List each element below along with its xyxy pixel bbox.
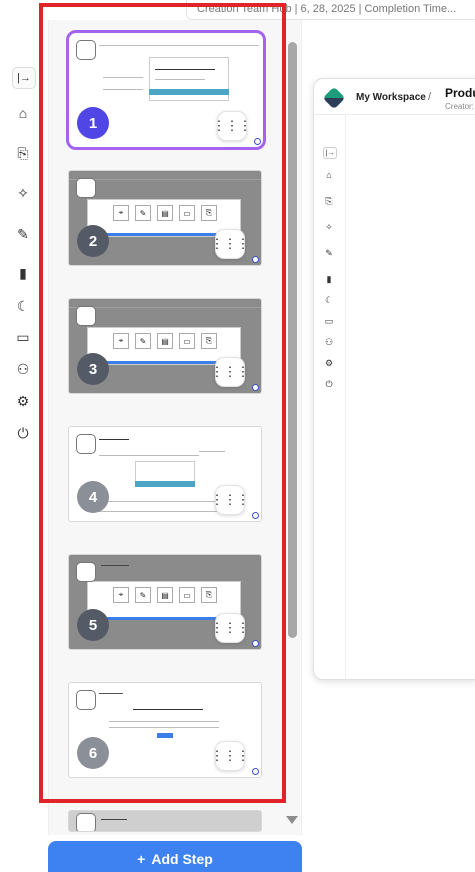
step-card-6[interactable]: 6 ⋮⋮⋮ xyxy=(68,682,262,778)
preview-header: My Workspace / Produ Creator: T xyxy=(314,79,475,115)
step-number-badge: 2 xyxy=(77,225,109,257)
product-title: Produ xyxy=(445,86,475,100)
step-select-checkbox[interactable] xyxy=(76,306,96,326)
step-thumbnail xyxy=(69,811,261,831)
sparkle-icon[interactable]: ✧ xyxy=(12,182,34,204)
settings-icon[interactable]: ⚙ xyxy=(323,357,335,369)
steps-scrollbar-thumb[interactable] xyxy=(288,42,297,638)
preview-window: My Workspace / Produ Creator: T |→ ⌂ ⎘ ✧… xyxy=(313,78,475,680)
step-number-badge: 6 xyxy=(77,737,109,769)
step-card-5[interactable]: ⌖ ✎ ▤ ▭ ⎘ 5 ⋮⋮⋮ xyxy=(68,554,262,650)
status-dot-icon xyxy=(252,256,259,263)
sparkle-icon[interactable]: ✧ xyxy=(323,221,335,233)
breadcrumb-separator: / xyxy=(428,91,432,103)
add-step-label: Add Step xyxy=(151,851,213,867)
chart-icon[interactable]: ▮ xyxy=(12,262,34,284)
status-dot-icon xyxy=(252,640,259,647)
add-user-icon[interactable]: ⚇ xyxy=(323,336,335,348)
power-icon[interactable]: ⏻ xyxy=(323,378,335,390)
plus-icon: + xyxy=(137,851,146,867)
step-card-3[interactable]: ⌖ ✎ ▤ ▭ ⎘ 3 ⋮⋮⋮ xyxy=(68,298,262,394)
app-root: Creation Team Hub | 6, 28, 2025 | Comple… xyxy=(0,0,475,872)
step-select-checkbox[interactable] xyxy=(76,40,96,60)
expand-icon[interactable]: |→ xyxy=(12,67,36,89)
step-select-checkbox[interactable] xyxy=(76,562,96,582)
scroll-down-arrow-icon[interactable] xyxy=(286,816,298,824)
status-dot-icon xyxy=(254,138,261,145)
preview-icon-rail: |→ ⌂ ⎘ ✧ ✎ ▮ ☾ ▭ ⚇ ⚙ ⏻ xyxy=(314,115,346,679)
step-menu-grid-icon[interactable]: ⋮⋮⋮ xyxy=(211,357,250,387)
book-icon[interactable]: ▭ xyxy=(323,315,335,327)
step-select-checkbox[interactable] xyxy=(76,813,96,831)
step-card-7-partial[interactable] xyxy=(68,810,262,832)
step-menu-grid-icon[interactable]: ⋮⋮⋮ xyxy=(211,741,250,771)
status-dot-icon xyxy=(252,768,259,775)
page-caption: Creation Team Hub | 6, 28, 2025 | Comple… xyxy=(186,0,475,20)
book-icon[interactable]: ▭ xyxy=(12,326,34,348)
power-icon[interactable]: ⏻ xyxy=(12,422,34,444)
home-icon[interactable]: ⌂ xyxy=(323,169,335,181)
workspace-breadcrumb[interactable]: My Workspace xyxy=(356,92,426,103)
step-number-badge: 1 xyxy=(77,107,109,139)
step-card-4[interactable]: 4 ⋮⋮⋮ xyxy=(68,426,262,522)
settings-icon[interactable]: ⚙ xyxy=(12,390,34,412)
brush-icon[interactable]: ✎ xyxy=(323,247,335,259)
step-number-badge: 3 xyxy=(77,353,109,385)
moon-icon[interactable]: ☾ xyxy=(12,295,34,317)
step-menu-grid-icon[interactable]: ⋮⋮⋮ xyxy=(211,485,250,515)
step-card-1[interactable]: 1 ⋮⋮⋮ xyxy=(66,30,266,150)
add-user-icon[interactable]: ⚇ xyxy=(12,358,34,380)
step-menu-grid-icon[interactable]: ⋮⋮⋮ xyxy=(211,613,250,643)
status-dot-icon xyxy=(252,384,259,391)
expand-icon[interactable]: |→ xyxy=(323,147,337,159)
import-icon[interactable]: ⎘ xyxy=(323,195,335,207)
home-icon[interactable]: ⌂ xyxy=(12,102,34,124)
step-select-checkbox[interactable] xyxy=(76,434,96,454)
workspace-logo-icon xyxy=(322,86,346,110)
step-card-2[interactable]: ⌖ ✎ ▤ ▭ ⎘ 2 ⋮⋮⋮ xyxy=(68,170,262,266)
add-step-button[interactable]: + Add Step xyxy=(48,841,302,872)
moon-icon[interactable]: ☾ xyxy=(323,294,335,306)
step-select-checkbox[interactable] xyxy=(76,690,96,710)
import-icon[interactable]: ⎘ xyxy=(12,142,34,164)
step-number-badge: 5 xyxy=(77,609,109,641)
status-dot-icon xyxy=(252,512,259,519)
step-number-badge: 4 xyxy=(77,481,109,513)
step-menu-grid-icon[interactable]: ⋮⋮⋮ xyxy=(213,111,252,141)
step-select-checkbox[interactable] xyxy=(76,178,96,198)
brush-icon[interactable]: ✎ xyxy=(12,223,34,245)
chart-icon[interactable]: ▮ xyxy=(323,273,335,285)
step-menu-grid-icon[interactable]: ⋮⋮⋮ xyxy=(211,229,250,259)
creator-label: Creator: T xyxy=(445,102,475,111)
